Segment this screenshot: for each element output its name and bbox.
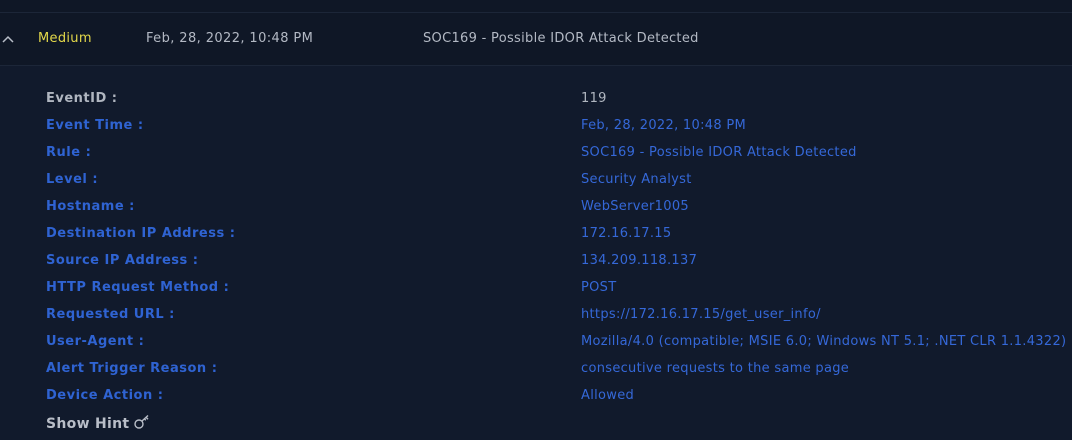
field-level: Level : Security Analyst [0, 172, 1072, 199]
previous-row-strip [0, 0, 1072, 13]
alert-title: SOC169 - Possible IDOR Attack Detected [423, 31, 699, 46]
field-rule: Rule : SOC169 - Possible IDOR Attack Det… [0, 145, 1072, 172]
alert-time: Feb, 28, 2022, 10:48 PM [146, 31, 314, 46]
field-value: Mozilla/4.0 (compatible; MSIE 6.0; Windo… [581, 334, 1067, 349]
field-user-agent: User-Agent : Mozilla/4.0 (compatible; MS… [0, 334, 1072, 361]
severity-badge: Medium [38, 31, 92, 46]
field-event-time: Event Time : Feb, 28, 2022, 10:48 PM [0, 118, 1072, 145]
field-label: Level : [46, 172, 99, 187]
field-value: https://172.16.17.15/get_user_info/ [581, 307, 821, 322]
field-label: User-Agent : [46, 334, 145, 349]
field-value: 134.209.118.137 [581, 253, 698, 268]
field-label: Hostname : [46, 199, 135, 214]
field-label: Rule : [46, 145, 92, 160]
alert-details-panel: EventID : 119 Event Time : Feb, 28, 2022… [0, 66, 1072, 440]
field-value: SOC169 - Possible IDOR Attack Detected [581, 145, 857, 160]
field-event-id: EventID : 119 [0, 91, 1072, 118]
field-value: consecutive requests to the same page [581, 361, 850, 376]
field-value: Feb, 28, 2022, 10:48 PM [581, 118, 746, 133]
field-requested-url: Requested URL : https://172.16.17.15/get… [0, 307, 1072, 334]
field-value: POST [581, 280, 617, 295]
field-value: Security Analyst [581, 172, 692, 187]
field-label: Device Action : [46, 388, 164, 403]
field-value: 172.16.17.15 [581, 226, 672, 241]
field-value: WebServer1005 [581, 199, 689, 214]
field-hostname: Hostname : WebServer1005 [0, 199, 1072, 226]
show-hint-label: Show Hint [46, 416, 130, 432]
alert-row[interactable]: Medium Feb, 28, 2022, 10:48 PM SOC169 - … [0, 13, 1072, 66]
show-hint-button[interactable]: Show Hint [46, 414, 151, 432]
field-device-action: Device Action : Allowed [0, 388, 1072, 415]
field-label: Destination IP Address : [46, 226, 236, 241]
field-value: Allowed [581, 388, 635, 403]
field-label: Requested URL : [46, 307, 175, 322]
key-icon [129, 414, 151, 432]
field-source-ip: Source IP Address : 134.209.118.137 [0, 253, 1072, 280]
field-label: Source IP Address : [46, 253, 199, 268]
field-label: Event Time : [46, 118, 144, 133]
field-label: HTTP Request Method : [46, 280, 230, 295]
field-label: EventID : [46, 91, 118, 106]
chevron-up-icon[interactable] [1, 29, 15, 43]
field-value: 119 [581, 91, 607, 106]
field-destination-ip: Destination IP Address : 172.16.17.15 [0, 226, 1072, 253]
field-label: Alert Trigger Reason : [46, 361, 218, 376]
field-trigger-reason: Alert Trigger Reason : consecutive reque… [0, 361, 1072, 388]
field-http-method: HTTP Request Method : POST [0, 280, 1072, 307]
